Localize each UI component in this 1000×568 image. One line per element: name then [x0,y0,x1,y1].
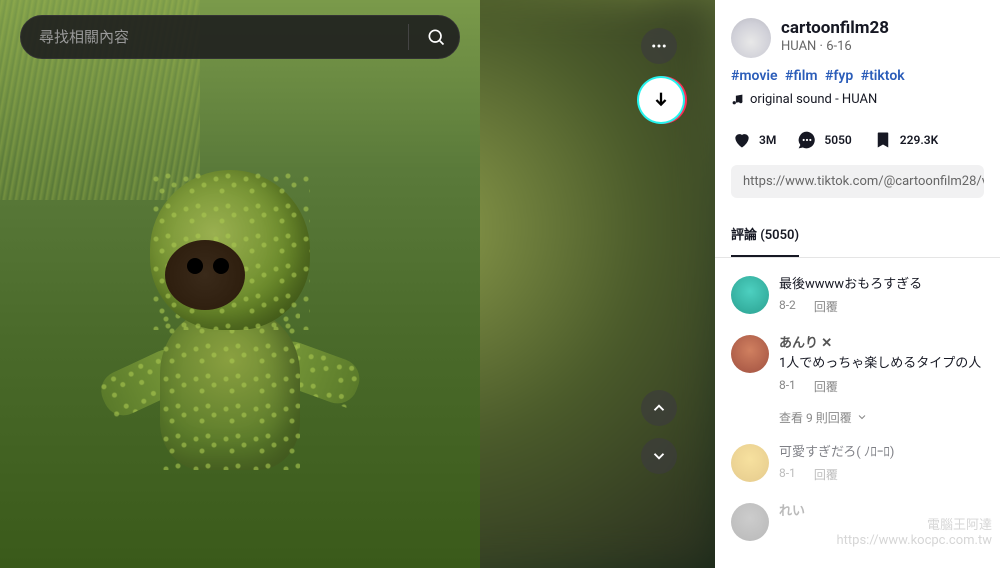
comment-item: れい [715,493,1000,551]
comments-list: 最後wwwwおもろすぎる 8-2 回覆 あんり ✕ 1人でめっちゃ楽しめるタイプ… [715,258,1000,559]
info-sidebar: cartoonfilm28 HUAN · 6-16 #movie #film #… [715,0,1000,568]
search-input[interactable] [39,29,396,46]
comment-item: 最後wwwwおもろすぎる 8-2 回覆 [715,266,1000,325]
next-video-button[interactable] [641,438,677,474]
chevron-down-icon [650,447,668,465]
comment-text: 最後wwwwおもろすぎる [779,276,984,294]
sound-row[interactable]: original sound - HUAN [731,92,984,107]
stats-row: 3M 5050 229.3K [715,119,1000,165]
comment-date: 8-2 [779,298,796,315]
commenter-avatar[interactable] [731,444,769,482]
search-icon [426,27,446,47]
save-stat[interactable]: 229.3K [872,129,938,151]
hashtag-link[interactable]: #film [785,68,818,84]
reply-button[interactable]: 回覆 [814,466,838,483]
like-stat[interactable]: 3M [731,129,776,151]
like-count: 3M [759,133,776,147]
commenter-name[interactable]: れい [779,503,984,521]
reply-button[interactable]: 回覆 [814,298,838,315]
commenter-avatar[interactable] [731,503,769,541]
share-url-box[interactable]: https://www.tiktok.com/@cartoonfilm28/vi… [731,165,984,198]
comment-icon [797,130,817,150]
tab-comments[interactable]: 評論 (5050) [731,212,799,257]
search-bar [20,15,460,59]
download-arrow-icon [650,89,672,111]
comment-count: 5050 [824,133,851,147]
hashtag-link[interactable]: #movie [731,68,778,84]
hashtag-link[interactable]: #fyp [825,68,853,84]
search-divider [408,24,409,50]
chevron-down-icon [856,411,868,423]
commenter-avatar[interactable] [731,335,769,373]
search-button[interactable] [421,22,451,52]
commenter-name[interactable]: あんり ✕ [779,335,984,353]
video-content[interactable] [0,0,480,568]
comment-item: あんり ✕ 1人でめっちゃ楽しめるタイプの人 8-1 回覆 [715,325,1000,404]
comment-item: 可愛すぎだろ( ﾉﾛｰﾛ) 8-1 回覆 [715,434,1000,493]
video-player-area [0,0,715,568]
heart-icon [732,130,752,150]
comment-date: 8-1 [779,466,796,483]
music-note-icon [731,93,744,106]
chevron-up-icon [650,399,668,417]
bookmark-icon [874,131,892,149]
comment-date: 8-1 [779,378,796,395]
save-count: 229.3K [900,133,938,147]
author-section: cartoonfilm28 HUAN · 6-16 #movie #film #… [715,0,1000,119]
author-subline: HUAN · 6-16 [781,39,889,54]
previous-video-button[interactable] [641,390,677,426]
download-button[interactable] [639,78,683,122]
ellipsis-icon [650,37,668,55]
tabs: 評論 (5050) [715,212,1000,258]
commenter-avatar[interactable] [731,276,769,314]
more-options-button[interactable] [641,28,677,64]
reply-button[interactable]: 回覆 [814,378,838,395]
hashtag-link[interactable]: #tiktok [861,68,905,84]
comment-text: 可愛すぎだろ( ﾉﾛｰﾛ) [779,444,984,462]
comment-text: 1人でめっちゃ楽しめるタイプの人 [779,355,984,373]
author-username[interactable]: cartoonfilm28 [781,18,889,38]
sound-label: original sound - HUAN [750,92,877,107]
hashtags: #movie #film #fyp #tiktok [731,68,984,84]
view-replies-button[interactable]: 查看 9 則回覆 [715,405,1000,434]
comment-stat[interactable]: 5050 [796,129,851,151]
groot-character [100,170,360,520]
author-avatar[interactable] [731,18,771,58]
